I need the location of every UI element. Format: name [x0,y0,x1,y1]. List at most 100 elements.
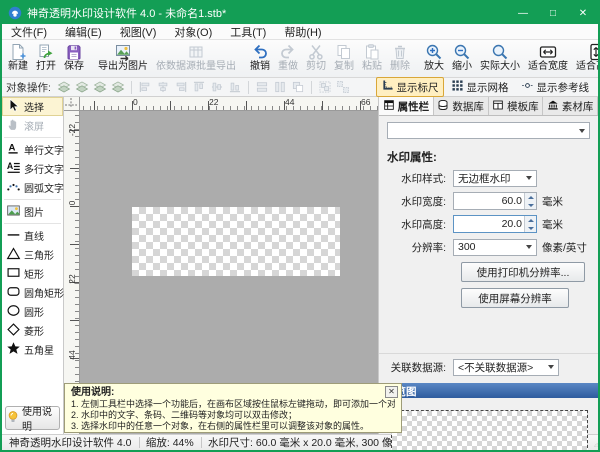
tab-label: 数据库 [452,99,484,114]
fit-width-icon [539,43,557,61]
spin-up-button[interactable] [525,193,536,201]
button-label: 撤销 [250,61,270,73]
tool-diamond[interactable]: 菱形 [2,321,63,340]
tab-properties[interactable]: 属性栏 [379,97,434,115]
open-button[interactable]: 打开 [32,41,60,77]
dropdown-arrow-icon [544,360,558,375]
use-screen-resolution-button[interactable]: 使用屏幕分辨率 [461,288,569,308]
use-printer-resolution-button[interactable]: 使用打印机分辨率... [461,262,585,282]
template-tab-icon [492,99,507,114]
maximize-button[interactable]: □ [538,2,568,24]
menu-help[interactable]: 帮助(H) [275,24,330,39]
menu-object[interactable]: 对象(O) [165,24,221,39]
button-label: 新建 [8,61,28,73]
help-button[interactable]: 使用说明 [5,406,60,430]
tool-line[interactable]: 直线 [2,226,63,245]
bring-to-front-icon [56,80,72,95]
resolution-combo[interactable]: 300 [453,239,537,256]
menu-view[interactable]: 视图(V) [111,24,166,39]
instructions-close-button[interactable]: ✕ [385,386,398,398]
zoom-out-icon [453,43,471,61]
spin-down-button[interactable] [525,224,536,232]
picture-icon [6,203,21,221]
zoom-out-button[interactable]: 缩小 [448,41,476,77]
menu-file[interactable]: 文件(F) [2,24,56,39]
close-button[interactable]: ✕ [568,2,598,24]
show-ruler-icon [381,79,397,95]
button-label: 打开 [36,61,56,73]
combo-value: 无边框水印 [458,171,522,186]
tool-scroll: 滚屏 [2,116,63,135]
tool-select[interactable]: 选择 [2,97,63,116]
menu-edit[interactable]: 编辑(E) [56,24,111,39]
watermark-height-row: 水印高度: 20.0 毫米 [379,215,590,233]
tab-database[interactable]: 数据库 [434,97,489,115]
tool-arc-text[interactable]: 圆弧文字 [2,178,63,197]
ruler-label: -22 [67,123,77,137]
ruler-origin [64,97,80,111]
window-title: 神奇透明水印设计软件 4.0 - 未命名1.stb* [27,5,508,21]
fit-width-button[interactable]: 适合宽度 [524,41,572,77]
rectangle-icon [6,265,21,283]
button-label: 依数据源批量导出 [156,61,236,73]
tool-picture[interactable]: 图片 [2,202,63,221]
new-button[interactable]: 新建 [4,41,32,77]
copy-button: 复制 [330,41,358,77]
watermark-style-combo[interactable]: 无边框水印 [453,170,537,187]
spinner-value: 60.0 [454,193,524,209]
tool-single-line-text[interactable]: A 单行文字 [2,140,63,159]
zoom-in-button[interactable]: 放大 [420,41,448,77]
spin-up-button[interactable] [525,216,536,224]
datasource-combo[interactable]: <不关联数据源> [453,359,559,376]
multi-line-text-icon: A [6,160,21,178]
actual-size-button[interactable]: 实际大小 [476,41,524,77]
tool-triangle[interactable]: 三角形 [2,245,63,264]
object-select-combo[interactable] [387,122,590,139]
dropdown-arrow-icon [575,123,589,138]
tool-sidebar: 选择 滚屏 A 单行文字 A 多行文字 圆弧文字 图片 [2,97,64,434]
toggle-label: 显示网格 [467,80,509,95]
tool-rounded-rectangle[interactable]: 圆角矩形 [2,283,63,302]
copy-icon [335,43,353,61]
tab-templates[interactable]: 模板库 [489,97,544,115]
ungroup-icon [335,80,351,95]
zoom-in-icon [425,43,443,61]
menu-tools[interactable]: 工具(T) [221,24,275,39]
svg-text:A: A [7,161,14,171]
sidebar-separator [4,199,61,200]
align-top-icon [191,80,207,95]
watermark-width-input[interactable]: 60.0 [453,192,537,210]
rounded-rectangle-icon [6,284,21,302]
watermark-canvas[interactable] [132,207,340,276]
watermark-height-input[interactable]: 20.0 [453,215,537,233]
align-center-icon [155,80,171,95]
button-label: 复制 [334,61,354,73]
same-width-icon [254,80,270,95]
toggle-label: 显示标尺 [397,80,439,95]
cut-icon [307,43,325,61]
save-button[interactable]: 保存 [60,41,88,77]
object-toolbar-label: 对象操作: [6,80,51,95]
export-image-button[interactable]: 导出为图片 [94,41,152,77]
spin-down-button[interactable] [525,201,536,209]
show-grid-toggle[interactable]: 显示网格 [446,77,514,97]
minimize-button[interactable]: — [508,2,538,24]
show-guides-toggle[interactable]: 显示参考线 [516,77,595,97]
tool-label: 选择 [24,99,44,114]
undo-button[interactable]: 撤销 [246,41,274,77]
tool-rectangle[interactable]: 矩形 [2,264,63,283]
instruction-line: 2. 水印中的文字、条码、二维码等对象均可以双击修改； [71,410,395,421]
align-bottom-icon [227,80,243,95]
svg-text:A: A [9,142,16,153]
watermark-style-row: 水印样式: 无边框水印 [379,169,590,187]
tool-star[interactable]: 五角星 [2,340,63,359]
ruler-label: 44 [285,97,294,107]
tool-multi-line-text[interactable]: A 多行文字 [2,159,63,178]
resolution-row: 分辨率: 300 像素/英寸 [379,238,590,256]
tool-circle[interactable]: 圆形 [2,302,63,321]
fit-height-button[interactable]: 适合高度 [572,41,600,77]
show-ruler-toggle[interactable]: 显示标尺 [376,77,444,97]
tab-materials[interactable]: 素材库 [543,97,598,115]
material-tab-icon [547,99,562,114]
resize-grip-icon[interactable] [594,438,598,450]
